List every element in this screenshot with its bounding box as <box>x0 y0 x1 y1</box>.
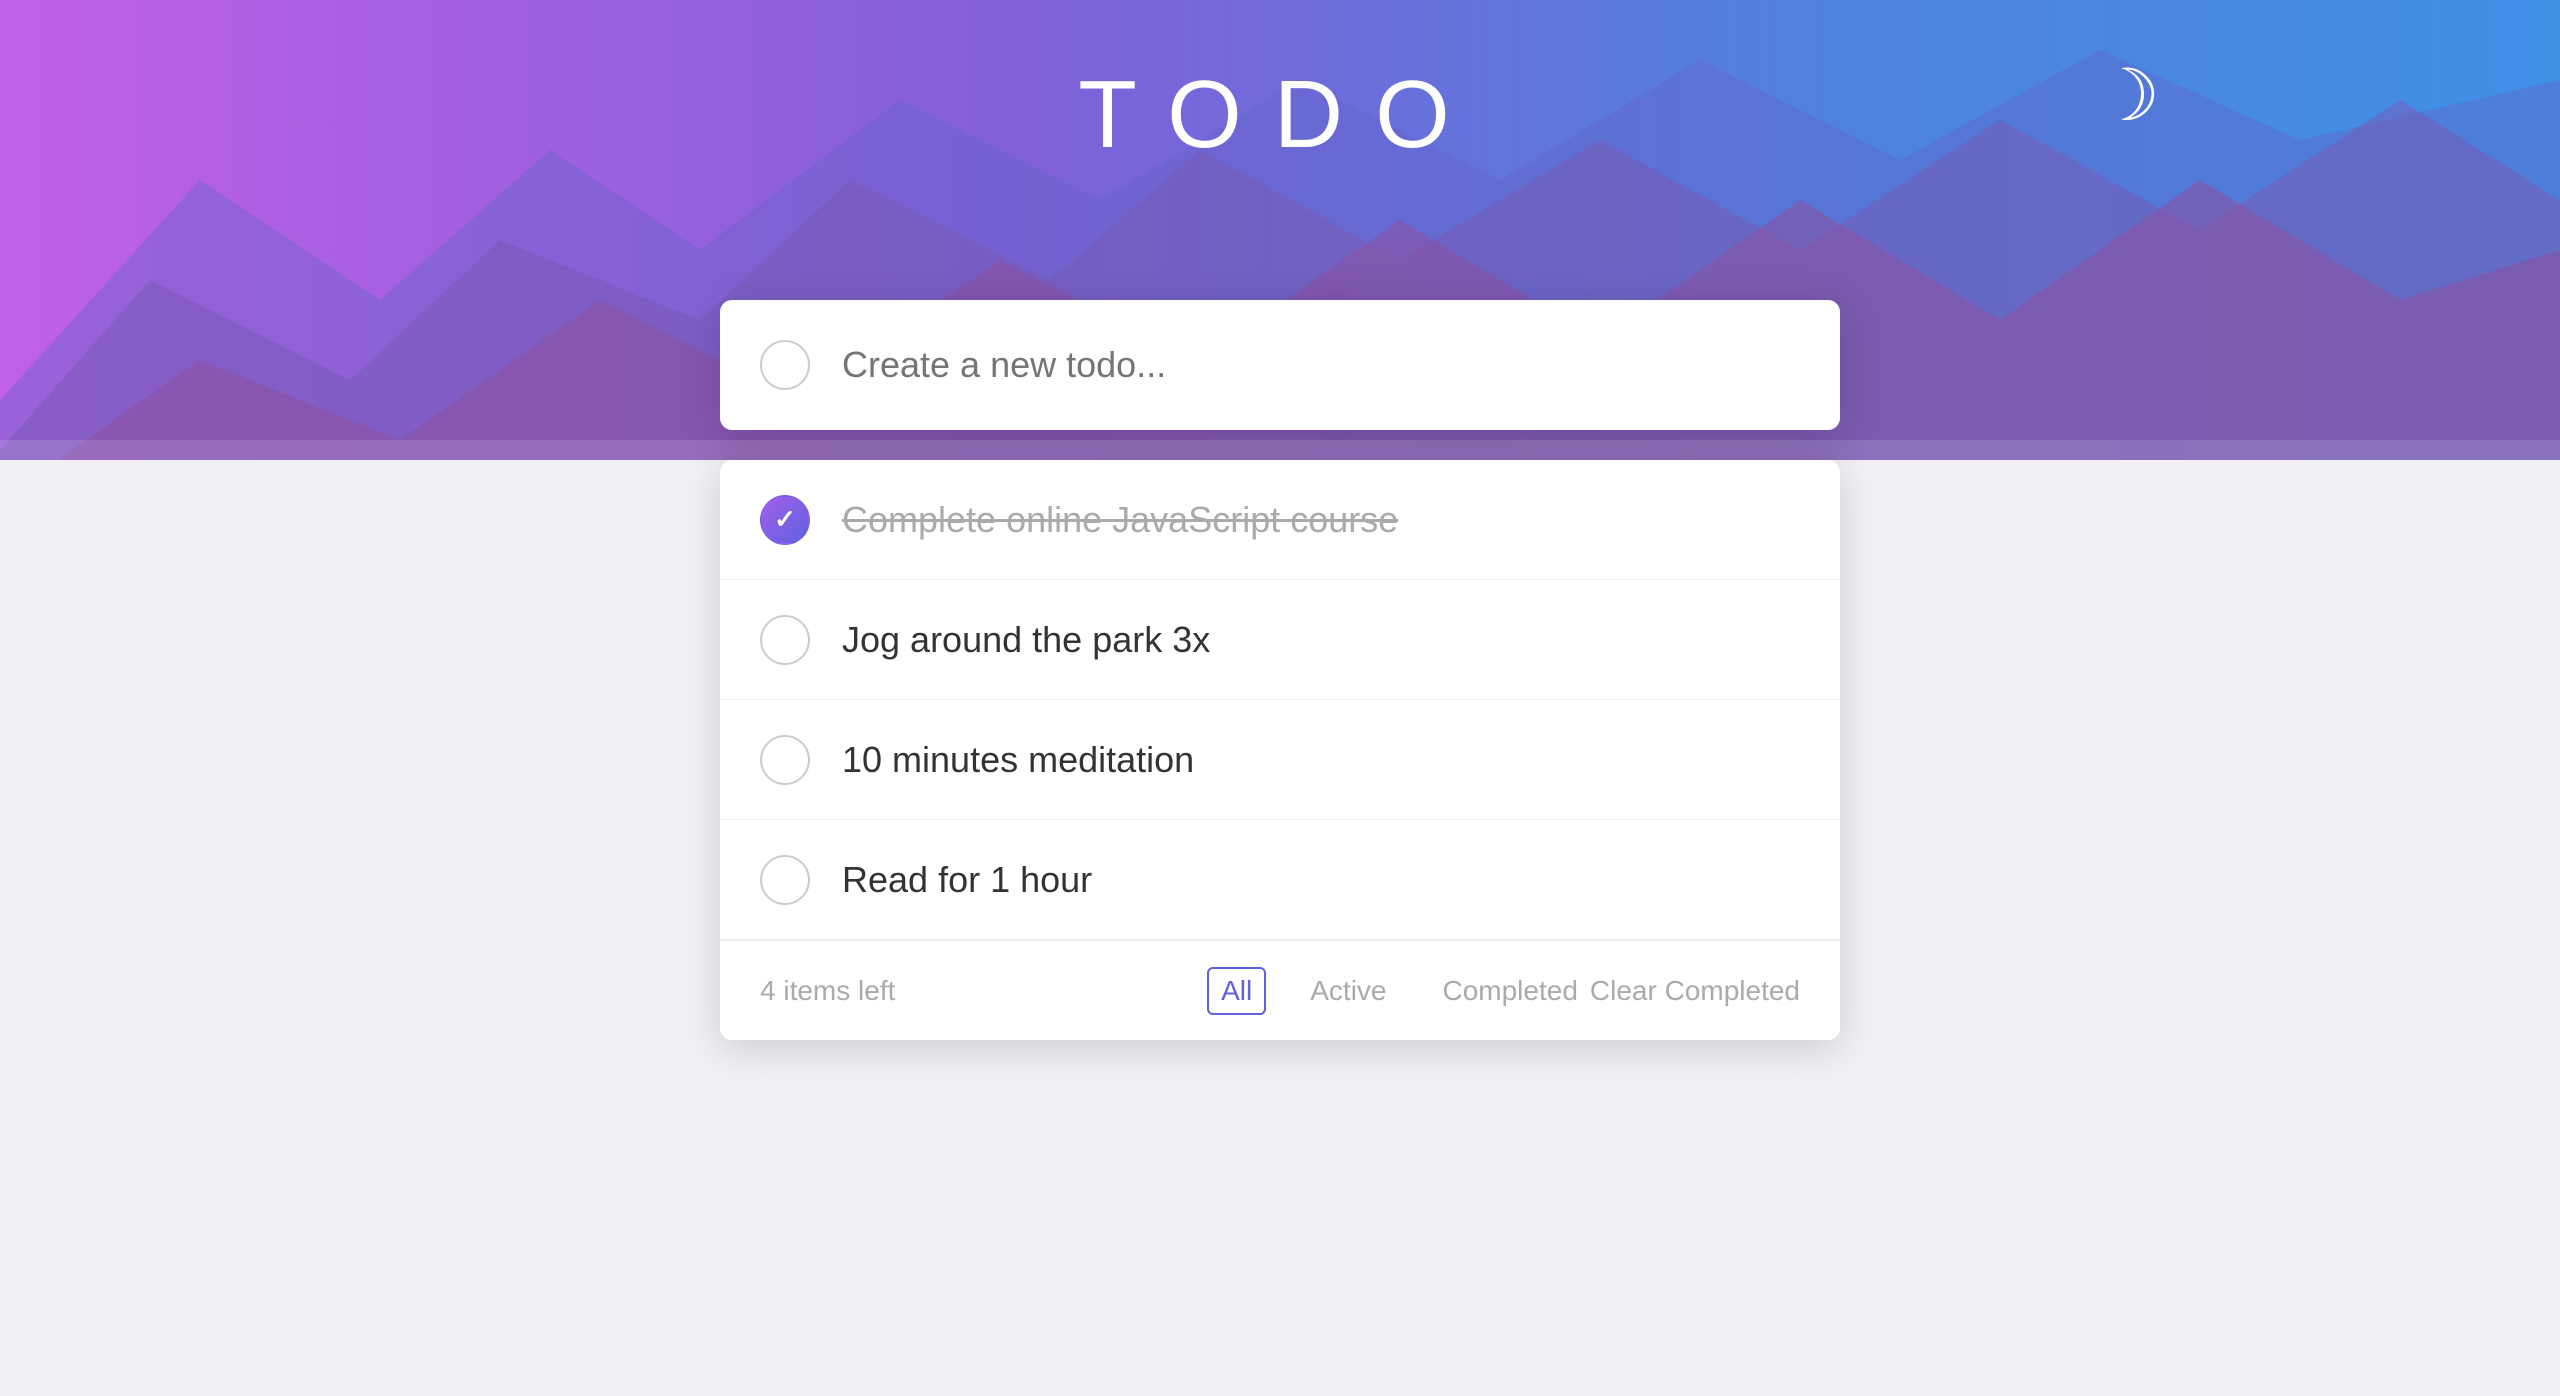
clear-completed-button[interactable]: Clear Completed <box>1590 975 1800 1007</box>
filter-group: All Active Completed <box>1207 967 1590 1015</box>
new-todo-checkbox[interactable] <box>760 340 810 390</box>
todo-text-2: Jog around the park 3x <box>842 619 1210 661</box>
todo-checkbox-2[interactable] <box>760 615 810 665</box>
todo-list: Complete online JavaScript course Jog ar… <box>720 460 1840 1040</box>
todo-item: 10 minutes meditation <box>720 700 1840 820</box>
main-content: Complete online JavaScript course Jog ar… <box>720 300 1840 1040</box>
filter-active-button[interactable]: Active <box>1298 969 1398 1013</box>
items-left-count: 4 items left <box>760 975 1207 1007</box>
filter-completed-button[interactable]: Completed <box>1430 969 1589 1013</box>
todo-checkbox-1[interactable] <box>760 495 810 545</box>
filter-all-button[interactable]: All <box>1207 967 1266 1015</box>
todo-text-3: 10 minutes meditation <box>842 739 1194 781</box>
todo-item: Complete online JavaScript course <box>720 460 1840 580</box>
todo-text-4: Read for 1 hour <box>842 859 1092 901</box>
new-todo-container <box>720 300 1840 430</box>
todo-text-1: Complete online JavaScript course <box>842 499 1398 541</box>
todo-item: Read for 1 hour <box>720 820 1840 940</box>
dark-mode-button[interactable]: ☽ <box>2095 60 2160 132</box>
todo-checkbox-3[interactable] <box>760 735 810 785</box>
todo-item: Jog around the park 3x <box>720 580 1840 700</box>
app-title: TODO <box>1078 60 1482 170</box>
todo-checkbox-4[interactable] <box>760 855 810 905</box>
new-todo-input[interactable] <box>842 344 1800 386</box>
todo-footer: 4 items left All Active Completed Clear … <box>720 940 1840 1040</box>
